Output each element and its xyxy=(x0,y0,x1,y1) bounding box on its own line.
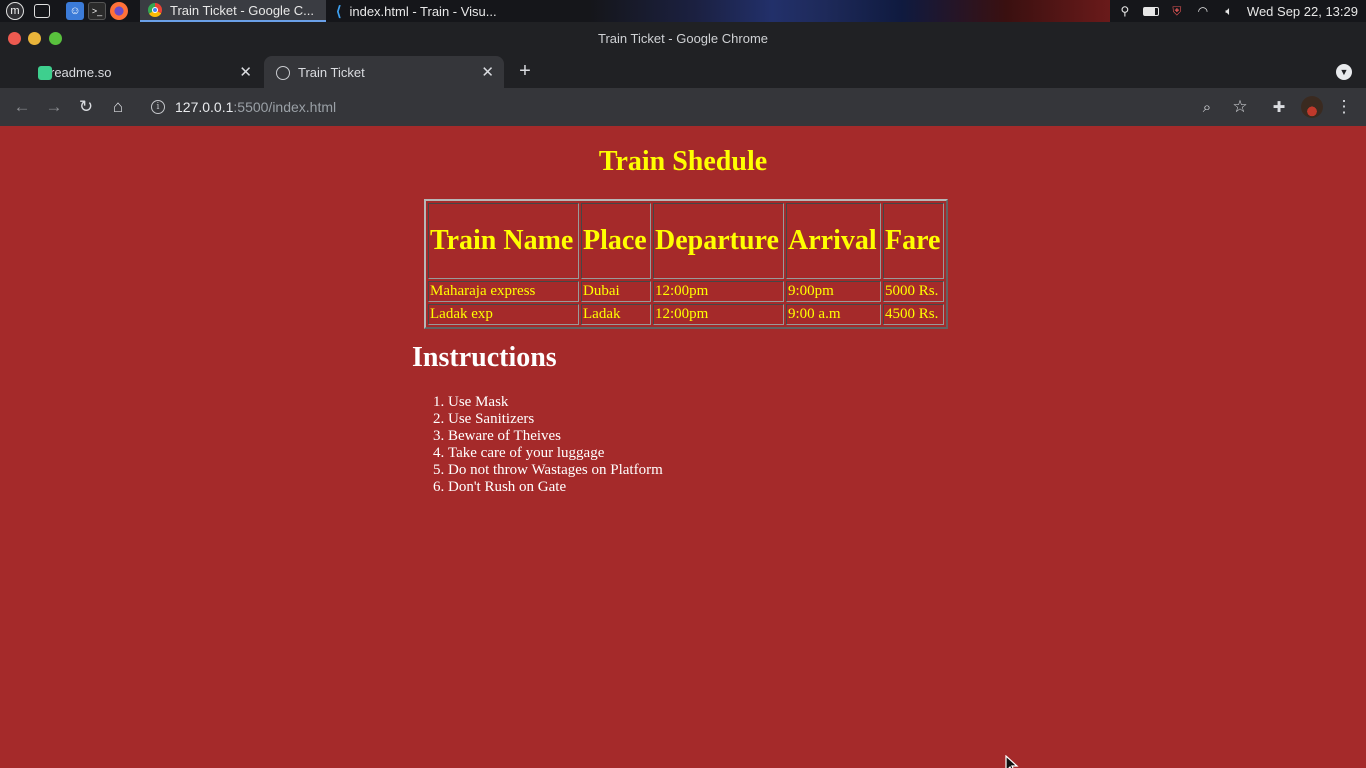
close-tab-icon[interactable]: ✕ xyxy=(239,63,252,81)
tab-train-ticket[interactable]: Train Ticket ✕ xyxy=(264,56,504,88)
back-icon[interactable]: ← xyxy=(12,97,32,117)
table-cell: 4500 Rs. xyxy=(883,304,944,325)
volume-icon[interactable]: 🔈︎ xyxy=(1221,4,1237,18)
mint-menu-icon[interactable]: m xyxy=(6,2,24,20)
system-tray: ⚲ ⛨ ◠ 🔈︎ Wed Sep 22, 13:29 xyxy=(1117,0,1366,22)
table-cell: Dubai xyxy=(581,281,651,302)
url-host: 127.0.0.1 xyxy=(175,99,234,115)
list-item: Beware of Theives xyxy=(448,428,663,445)
globe-icon xyxy=(276,66,290,80)
url-text[interactable]: 127.0.0.1:5500/index.html xyxy=(175,99,336,115)
window-titlebar: Train Ticket - Google Chrome xyxy=(0,22,1366,56)
terminal-icon[interactable]: >_ xyxy=(88,2,106,20)
list-item: Do not throw Wastages on Platform xyxy=(448,462,663,479)
tab-label: readme.so xyxy=(50,64,112,80)
table-cell: 9:00 a.m xyxy=(786,304,881,325)
desktop-wallpaper-strip xyxy=(590,0,1110,22)
readme-favicon-icon xyxy=(38,66,52,80)
column-header: Train Name xyxy=(428,203,579,279)
address-bar[interactable]: i 127.0.0.1:5500/index.html xyxy=(140,93,1260,121)
table-cell: 12:00pm xyxy=(653,304,784,325)
page-title: Train Shedule xyxy=(598,146,768,177)
zoom-icon[interactable]: ⌕ xyxy=(1197,97,1217,117)
column-header: Place xyxy=(581,203,651,279)
new-tab-button[interactable]: + xyxy=(514,60,536,83)
forward-icon[interactable]: → xyxy=(44,97,64,117)
table-cell: Ladak xyxy=(581,304,651,325)
info-icon[interactable]: i xyxy=(151,100,165,114)
instructions-list: Use Mask Use Sanitizers Beware of Theive… xyxy=(448,394,663,496)
tab-readme[interactable]: readme.so ✕ xyxy=(0,56,262,88)
list-item: Don't Rush on Gate xyxy=(448,479,663,496)
table-cell: Maharaja express xyxy=(428,281,579,302)
browser-toolbar: ← → ↻ ⌂ i 127.0.0.1:5500/index.html ⌕ ☆ … xyxy=(0,88,1366,126)
table-row: Ladak exp Ladak 12:00pm 9:00 a.m 4500 Rs… xyxy=(428,304,944,325)
web-page: Train Shedule Train Name Place Departure… xyxy=(0,126,1366,768)
clock[interactable]: Wed Sep 22, 13:29 xyxy=(1247,4,1358,19)
wifi-icon[interactable]: ◠ xyxy=(1195,4,1211,18)
home-icon[interactable]: ⌂ xyxy=(108,97,128,117)
chrome-icon xyxy=(148,3,162,17)
tab-strip: readme.so ✕ Train Ticket ✕ + ▼ xyxy=(0,56,1366,88)
shield-icon[interactable]: ⛨ xyxy=(1169,4,1185,18)
battery-icon[interactable] xyxy=(1142,4,1159,18)
column-header: Departure xyxy=(653,203,784,279)
window-title: Train Ticket - Google Chrome xyxy=(597,31,769,46)
list-item: Use Sanitizers xyxy=(448,411,663,428)
extensions-icon[interactable]: ✚ xyxy=(1269,97,1289,117)
list-item: Take care of your luggage xyxy=(448,445,663,462)
tab-search-icon[interactable]: ▼ xyxy=(1336,64,1352,80)
taskbar-task-chrome[interactable]: Train Ticket - Google C... xyxy=(140,0,326,22)
table-cell: 12:00pm xyxy=(653,281,784,302)
taskbar-task-vscode[interactable]: ⟨ index.html - Train - Visu... xyxy=(328,0,588,22)
firefox-icon[interactable] xyxy=(110,2,128,20)
taskbar-task-label: Train Ticket - Google C... xyxy=(170,2,315,18)
close-tab-icon[interactable]: ✕ xyxy=(481,63,494,81)
menu-icon[interactable]: ⋮ xyxy=(1334,97,1354,117)
table-cell: Ladak exp xyxy=(428,304,579,325)
column-header: Arrival xyxy=(786,203,881,279)
tab-label: Train Ticket xyxy=(298,64,365,80)
location-icon[interactable]: ⚲ xyxy=(1117,4,1133,18)
taskbar-task-label: index.html - Train - Visu... xyxy=(349,3,497,19)
url-path: :5500/index.html xyxy=(233,99,337,115)
star-icon[interactable]: ☆ xyxy=(1230,97,1250,117)
os-taskbar: m ☺ >_ Train Ticket - Google C... ⟨ inde… xyxy=(0,0,1366,22)
column-header: Fare xyxy=(883,203,944,279)
train-schedule-table: Train Name Place Departure Arrival Fare … xyxy=(424,199,948,329)
vscode-icon: ⟨ xyxy=(336,2,342,19)
instructions-heading: Instructions xyxy=(412,342,557,373)
mouse-cursor-icon xyxy=(1005,755,1019,768)
table-cell: 5000 Rs. xyxy=(883,281,944,302)
finder-icon[interactable]: ☺ xyxy=(66,2,84,20)
table-row: Maharaja express Dubai 12:00pm 9:00pm 50… xyxy=(428,281,944,302)
table-cell: 9:00pm xyxy=(786,281,881,302)
list-item: Use Mask xyxy=(448,394,663,411)
reload-icon[interactable]: ↻ xyxy=(76,97,96,117)
show-desktop-icon[interactable] xyxy=(34,4,50,18)
profile-avatar[interactable] xyxy=(1301,96,1323,118)
table-header-row: Train Name Place Departure Arrival Fare xyxy=(428,203,944,279)
